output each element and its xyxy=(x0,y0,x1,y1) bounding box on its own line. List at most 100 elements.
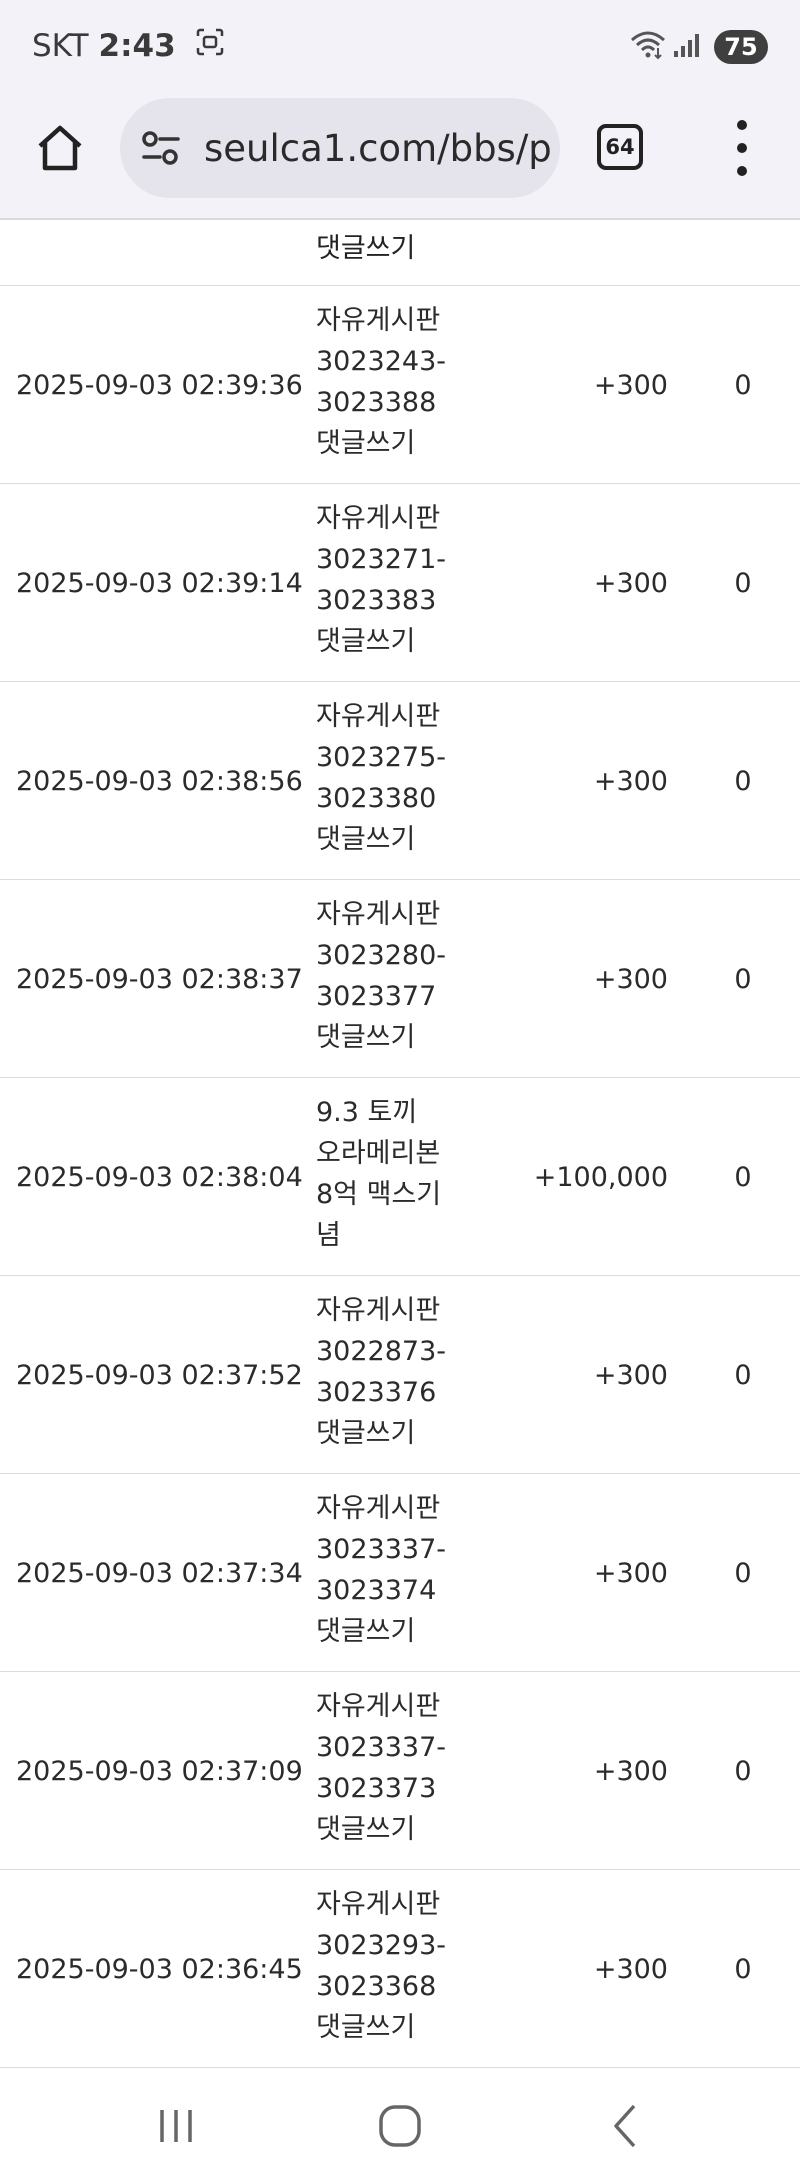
system-nav-bar xyxy=(0,2072,800,2180)
row-points-used: 0 xyxy=(734,1755,752,1787)
url-text: seulca1.com/bbs/p xyxy=(204,126,552,170)
row-description: 자유게시판 3023337- 3023373 댓글쓰기 xyxy=(316,1686,456,1850)
clock: 2:43 xyxy=(98,28,176,64)
row-points-used: 0 xyxy=(734,765,752,797)
row-points-used: 0 xyxy=(734,1359,752,1391)
row-points-earned: +100,000 xyxy=(533,1161,668,1193)
row-points-earned: +300 xyxy=(593,1755,668,1787)
recent-apps-icon xyxy=(160,2110,192,2142)
site-settings-icon[interactable] xyxy=(138,125,184,171)
table-row: 2025-09-03 02:37:52 자유게시판 3022873- 3023376 댓… xyxy=(0,1276,800,1474)
row-points-used: 0 xyxy=(734,567,752,599)
battery-indicator: 75 xyxy=(714,30,768,64)
more-menu-button[interactable] xyxy=(722,116,762,180)
row-description-line: 3023243- xyxy=(316,346,446,377)
row-date: 2025-09-03 02:39:14 xyxy=(16,567,303,599)
row-description: 자유게시판 3023280- 3023377 댓글쓰기 xyxy=(316,894,456,1058)
row-points-used: 0 xyxy=(734,369,752,401)
row-description-line: 3023271- xyxy=(316,544,446,575)
table-row-partial: 댓글쓰기 xyxy=(0,220,800,286)
row-description-line: 댓글쓰기 xyxy=(316,428,416,459)
table-row: 2025-09-03 02:38:04 9.3 토끼오라메리본 8억 맥스기념 +10… xyxy=(0,1078,800,1276)
home-icon xyxy=(38,125,82,171)
row-points-earned: +300 xyxy=(593,1953,668,1985)
row-description-line: 3023388 xyxy=(316,387,437,418)
row-date: 2025-09-03 02:38:04 xyxy=(16,1161,303,1193)
home-nav-button[interactable] xyxy=(370,2096,430,2156)
status-bar: SKT 2:43 75 xyxy=(0,0,800,92)
row-description-line: 자유게시판 xyxy=(316,1493,441,1524)
signal-icon xyxy=(672,31,702,63)
row-description-line: 댓글쓰기 xyxy=(316,1022,416,1053)
row-description-line: 댓글쓰기 xyxy=(316,626,416,657)
back-button[interactable] xyxy=(596,2096,656,2156)
row-description-line: 3023368 xyxy=(316,1971,437,2002)
row-description: 댓글쓰기 xyxy=(316,233,416,264)
row-description-line: 자유게시판 xyxy=(316,503,441,534)
row-points-earned: +300 xyxy=(593,369,668,401)
row-points-earned: +300 xyxy=(593,963,668,995)
row-description-line: 3023280- xyxy=(316,940,446,971)
row-description-line: 3023383 xyxy=(316,585,437,616)
row-date: 2025-09-03 02:38:37 xyxy=(16,963,303,995)
row-description-line: 3023337- xyxy=(316,1534,446,1565)
table-row: 2025-09-03 02:36:45 자유게시판 3023293- 3023368 댓… xyxy=(0,1870,800,2068)
row-description-line: 념 xyxy=(316,1220,341,1251)
row-date: 2025-09-03 02:38:56 xyxy=(16,765,303,797)
row-description-line: 오라메리본 xyxy=(316,1138,441,1169)
row-description-line: 자유게시판 xyxy=(316,701,441,732)
carrier-label: SKT xyxy=(32,28,89,64)
tab-switcher-button[interactable]: 64 xyxy=(597,124,643,170)
row-description: 자유게시판 3023293- 3023368 댓글쓰기 xyxy=(316,1884,456,2048)
recent-apps-button[interactable] xyxy=(146,2096,206,2156)
row-description-line: 3023373 xyxy=(316,1773,437,1804)
row-description-line: 8억 맥스기 xyxy=(316,1179,442,1210)
row-description-line: 3023380 xyxy=(316,783,437,814)
row-description-line: 3023337- xyxy=(316,1732,446,1763)
row-description-line: 자유게시판 xyxy=(316,305,441,336)
row-description-line: 3023376 xyxy=(316,1377,437,1408)
row-points-earned: +300 xyxy=(593,1557,668,1589)
row-description-line: 댓글쓰기 xyxy=(316,2012,416,2043)
row-date: 2025-09-03 02:37:34 xyxy=(16,1557,303,1589)
point-history-list[interactable]: 댓글쓰기 2025-09-03 02:39:36 자유게시판 3023243- 302… xyxy=(0,220,800,2072)
row-points-used: 0 xyxy=(734,963,752,995)
row-date: 2025-09-03 02:37:52 xyxy=(16,1359,303,1391)
table-row: 2025-09-03 02:37:09 자유게시판 3023337- 3023373 댓… xyxy=(0,1672,800,1870)
address-bar[interactable]: seulca1.com/bbs/p xyxy=(120,98,560,198)
row-date: 2025-09-03 02:36:45 xyxy=(16,1953,303,1985)
row-points-earned: +300 xyxy=(593,765,668,797)
table-row: 2025-09-03 02:38:37 자유게시판 3023280- 3023377 댓… xyxy=(0,880,800,1078)
row-points-used: 0 xyxy=(734,1557,752,1589)
row-description: 자유게시판 3023275- 3023380 댓글쓰기 xyxy=(316,696,456,860)
row-date: 2025-09-03 02:39:36 xyxy=(16,369,303,401)
row-description-line: 3023377 xyxy=(316,981,437,1012)
back-chevron-icon xyxy=(614,2104,636,2148)
screenshot-icon xyxy=(194,26,226,66)
row-description-line: 댓글쓰기 xyxy=(316,1814,416,1845)
row-description: 9.3 토끼오라메리본 8억 맥스기념 xyxy=(316,1092,456,1256)
row-points-used: 0 xyxy=(734,1953,752,1985)
table-row: 2025-09-03 02:39:14 자유게시판 3023271- 3023383 댓… xyxy=(0,484,800,682)
table-row: 2025-09-03 02:39:36 자유게시판 3023243- 3023388 댓… xyxy=(0,286,800,484)
row-description-line: 3023275- xyxy=(316,742,446,773)
row-description-line: 3022873- xyxy=(316,1336,446,1367)
table-row: 2025-09-03 02:37:34 자유게시판 3023337- 3023374 댓… xyxy=(0,1474,800,1672)
browser-toolbar: seulca1.com/bbs/p 64 xyxy=(0,92,800,220)
row-points-used: 0 xyxy=(734,1161,752,1193)
row-description-line: 자유게시판 xyxy=(316,899,441,930)
row-date: 2025-09-03 02:37:09 xyxy=(16,1755,303,1787)
row-description: 자유게시판 3023243- 3023388 댓글쓰기 xyxy=(316,300,456,464)
row-description-line: 자유게시판 xyxy=(316,1691,441,1722)
row-description-line: 자유게시판 xyxy=(316,1295,441,1326)
menu-dot-icon xyxy=(737,166,747,176)
row-points-earned: +300 xyxy=(593,1359,668,1391)
menu-dot-icon xyxy=(737,143,747,153)
row-description-line: 3023293- xyxy=(316,1930,446,1961)
home-button[interactable] xyxy=(30,118,90,178)
row-points-earned: +300 xyxy=(593,567,668,599)
row-description-line: 자유게시판 xyxy=(316,1889,441,1920)
row-description-line: 9.3 토끼 xyxy=(316,1097,418,1128)
row-description: 자유게시판 3023337- 3023374 댓글쓰기 xyxy=(316,1488,456,1652)
home-circle-icon xyxy=(379,2105,421,2147)
